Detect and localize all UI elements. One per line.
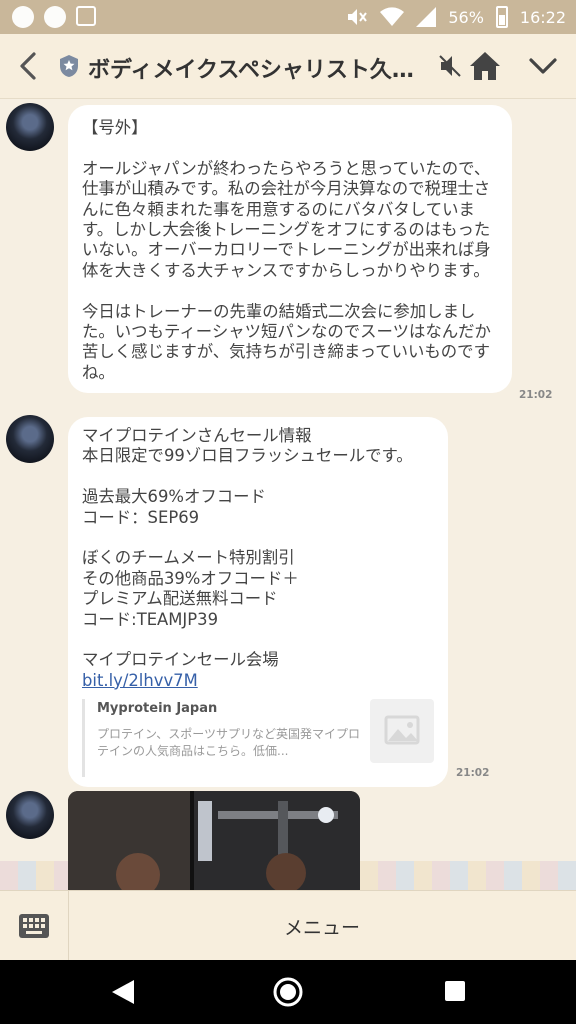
avatar[interactable] — [6, 791, 54, 839]
link-preview[interactable]: Myprotein Japan プロテイン、スポーツサプリなど英国発マイプロテイ… — [82, 699, 434, 778]
nav-back-icon[interactable] — [110, 978, 136, 1006]
notification-off-icon[interactable] — [436, 52, 464, 80]
battery-icon — [495, 6, 508, 28]
signal-icon — [416, 7, 437, 27]
chat-title: ボディメイクスペシャリスト久野… — [88, 58, 420, 83]
wifi-icon — [380, 7, 405, 27]
avatar[interactable] — [6, 103, 54, 151]
message-time: 21:02 — [456, 767, 490, 779]
nav-home-icon[interactable] — [272, 976, 304, 1008]
avatar[interactable] — [6, 415, 54, 463]
menu-button[interactable]: メニュー — [68, 913, 576, 940]
home-icon[interactable] — [468, 50, 502, 82]
preview-description: プロテイン、スポーツサプリなど英国発マイプロテインの人気商品はこちら。低価... — [97, 726, 361, 758]
message-bubble[interactable]: マイプロテインさんセール情報 本日限定で99ゾロ目フラッシュセールです。 過去最… — [68, 417, 448, 788]
back-arrow-icon[interactable] — [14, 48, 44, 84]
minus-icon — [12, 6, 34, 28]
preview-image-placeholder — [370, 699, 434, 764]
nav-recents-icon[interactable] — [444, 980, 466, 1002]
keyboard-icon — [19, 914, 49, 938]
sync-icon — [44, 6, 66, 28]
image-icon — [384, 715, 420, 745]
chevron-down-icon[interactable] — [526, 52, 560, 80]
message-bubble[interactable]: 【号外】 オールジャパンが終わったらやろうと思っていたので、仕事が山積みです。私… — [68, 105, 512, 394]
message-text: マイプロテインさんセール情報 本日限定で99ゾロ目フラッシュセールです。 過去最… — [82, 426, 413, 670]
keyboard-button[interactable] — [0, 891, 69, 961]
clock: 16:22 — [519, 7, 566, 27]
message-time: 21:02 — [519, 389, 553, 401]
bottom-bar: メニュー — [0, 890, 576, 961]
message-link[interactable]: bit.ly/2lhvv7M — [82, 671, 198, 690]
mute-icon — [348, 9, 368, 25]
system-nav-bar — [0, 960, 576, 1024]
official-shield-icon — [60, 55, 78, 77]
battery-percent: 56% — [448, 7, 484, 27]
status-bar: 56% 16:22 — [0, 0, 576, 34]
gym-photo — [68, 791, 360, 890]
message-photo[interactable] — [68, 791, 360, 890]
message-text: 【号外】 オールジャパンが終わったらやろうと思っていたので、仕事が山積みです。私… — [82, 118, 491, 382]
message-list[interactable]: 【号外】 オールジャパンが終わったらやろうと思っていたので、仕事が山積みです。私… — [0, 99, 576, 890]
app-notification-icon — [76, 6, 96, 26]
chat-header: ボディメイクスペシャリスト久野… — [0, 34, 576, 99]
